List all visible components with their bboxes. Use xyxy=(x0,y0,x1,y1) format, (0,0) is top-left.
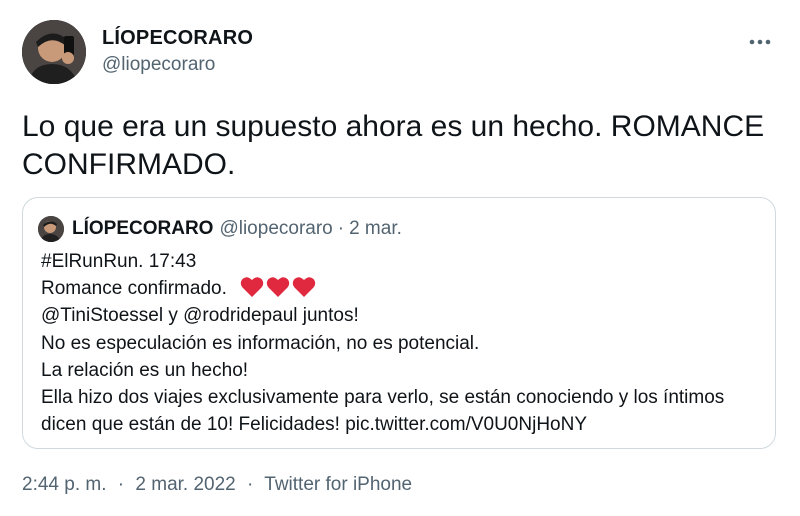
meta-separator: · xyxy=(117,474,125,495)
red-heart-icon xyxy=(292,277,316,298)
heart-emojis xyxy=(240,276,318,298)
tweet-text: Lo que era un supuesto ahora es un hecho… xyxy=(22,110,765,181)
tweet-source[interactable]: Twitter for iPhone xyxy=(264,474,412,495)
avatar-photo-icon xyxy=(22,20,86,84)
tweet-date[interactable]: 2 mar. 2022 xyxy=(135,474,235,495)
avatar-photo-icon xyxy=(38,216,64,242)
red-heart-icon xyxy=(240,277,264,298)
tweet-meta: 2:44 p. m. · 2 mar. 2022 · Twitter for i… xyxy=(22,474,412,496)
quoted-author-display-name[interactable]: LÍOPECORARO xyxy=(72,218,213,240)
quoted-tweet-date[interactable]: 2 mar. xyxy=(349,218,402,240)
quoted-author-avatar[interactable] xyxy=(38,216,64,242)
quoted-tweet-text: #ElRunRun. 17:43 Romance confirmado. @Ti… xyxy=(41,248,771,438)
author-info: LÍOPECORARO @liopecoraro xyxy=(102,26,253,77)
quoted-text-line: Romance confirmado. xyxy=(41,278,227,300)
quoted-tweet-header: LÍOPECORARO @liopecoraro · 2 mar. xyxy=(38,216,402,242)
quoted-text-line: La relación es un hecho! xyxy=(41,359,249,381)
author-avatar[interactable] xyxy=(22,20,86,84)
quoted-text-line: No es especulación es información, no es… xyxy=(41,332,480,354)
quoted-text-line: dicen que están de 10! Felicidades! pic.… xyxy=(41,414,587,436)
quoted-tweet-card[interactable]: LÍOPECORARO @liopecoraro · 2 mar. #ElRun… xyxy=(22,197,776,449)
author-handle[interactable]: @liopecoraro xyxy=(102,53,253,77)
tweet-header: LÍOPECORARO @liopecoraro xyxy=(22,20,782,88)
quoted-separator: · xyxy=(337,218,345,239)
meta-separator: · xyxy=(247,474,254,495)
red-heart-icon xyxy=(266,277,290,298)
quoted-text-line: #ElRunRun. 17:43 xyxy=(41,251,197,272)
tweet-time[interactable]: 2:44 p. m. xyxy=(22,474,107,495)
quoted-text-line-with-hearts: Romance confirmado. xyxy=(41,275,771,302)
quoted-text-line: Ella hizo dos viajes exclusivamente para… xyxy=(41,387,725,409)
author-display-name[interactable]: LÍOPECORARO xyxy=(102,26,253,50)
quoted-text-line: @TiniStoessel y @rodridepaul juntos! xyxy=(41,305,359,327)
quoted-author-handle[interactable]: @liopecoraro xyxy=(219,218,332,240)
ellipsis-horizontal-icon xyxy=(749,39,771,45)
more-options-button[interactable] xyxy=(744,32,776,52)
